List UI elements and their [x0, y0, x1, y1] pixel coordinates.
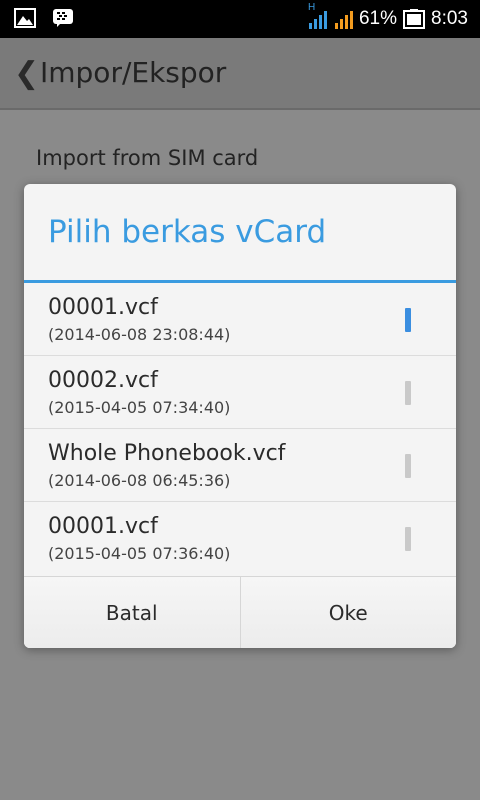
dialog-buttons: Batal Oke: [24, 576, 456, 648]
ok-button[interactable]: Oke: [239, 577, 456, 648]
radio-indicator[interactable]: [405, 381, 411, 405]
back-icon[interactable]: ❮: [14, 56, 39, 91]
file-date: (2015-04-05 07:36:40): [48, 544, 231, 563]
list-item[interactable]: 00002.vcf (2015-04-05 07:34:40): [24, 356, 456, 429]
file-date: (2014-06-08 23:08:44): [48, 325, 231, 344]
radio-indicator[interactable]: [405, 527, 411, 551]
radio-selected-indicator[interactable]: [405, 308, 411, 332]
file-name: 00002.vcf: [48, 368, 158, 393]
bbm-icon: [52, 8, 74, 28]
signal-icon: H: [307, 2, 327, 30]
dialog-title: Pilih berkas vCard: [48, 214, 327, 250]
list-item[interactable]: 00001.vcf (2015-04-05 07:36:40): [24, 502, 456, 575]
status-left-icons: [14, 8, 74, 28]
radio-indicator[interactable]: [405, 454, 411, 478]
status-right-icons: H 61% 8:03: [307, 0, 468, 38]
status-bar: H 61% 8:03: [0, 0, 480, 38]
gallery-icon: [14, 8, 36, 28]
page-title: Impor/Ekspor: [40, 56, 227, 89]
import-from-sim-item[interactable]: Import from SIM card: [36, 146, 258, 170]
signal-2-icon: [333, 8, 353, 30]
file-name: 00001.vcf: [48, 295, 158, 320]
status-time: 8:03: [431, 8, 468, 29]
list-item[interactable]: Whole Phonebook.vcf (2014-06-08 06:45:36…: [24, 429, 456, 502]
file-date: (2014-06-08 06:45:36): [48, 471, 231, 490]
action-bar: ❮ Impor/Ekspor: [0, 38, 480, 110]
file-name: Whole Phonebook.vcf: [48, 441, 286, 466]
battery-icon: [403, 8, 426, 30]
list-item[interactable]: 00001.vcf (2014-06-08 23:08:44): [24, 283, 456, 356]
file-name: 00001.vcf: [48, 514, 158, 539]
vcard-file-list: 00001.vcf (2014-06-08 23:08:44) 00002.vc…: [24, 283, 456, 575]
network-type-label: H: [307, 2, 316, 13]
file-date: (2015-04-05 07:34:40): [48, 398, 231, 417]
vcard-picker-dialog: Pilih berkas vCard 00001.vcf (2014-06-08…: [24, 184, 456, 648]
cancel-button[interactable]: Batal: [24, 577, 240, 648]
battery-percent: 61%: [358, 8, 398, 29]
